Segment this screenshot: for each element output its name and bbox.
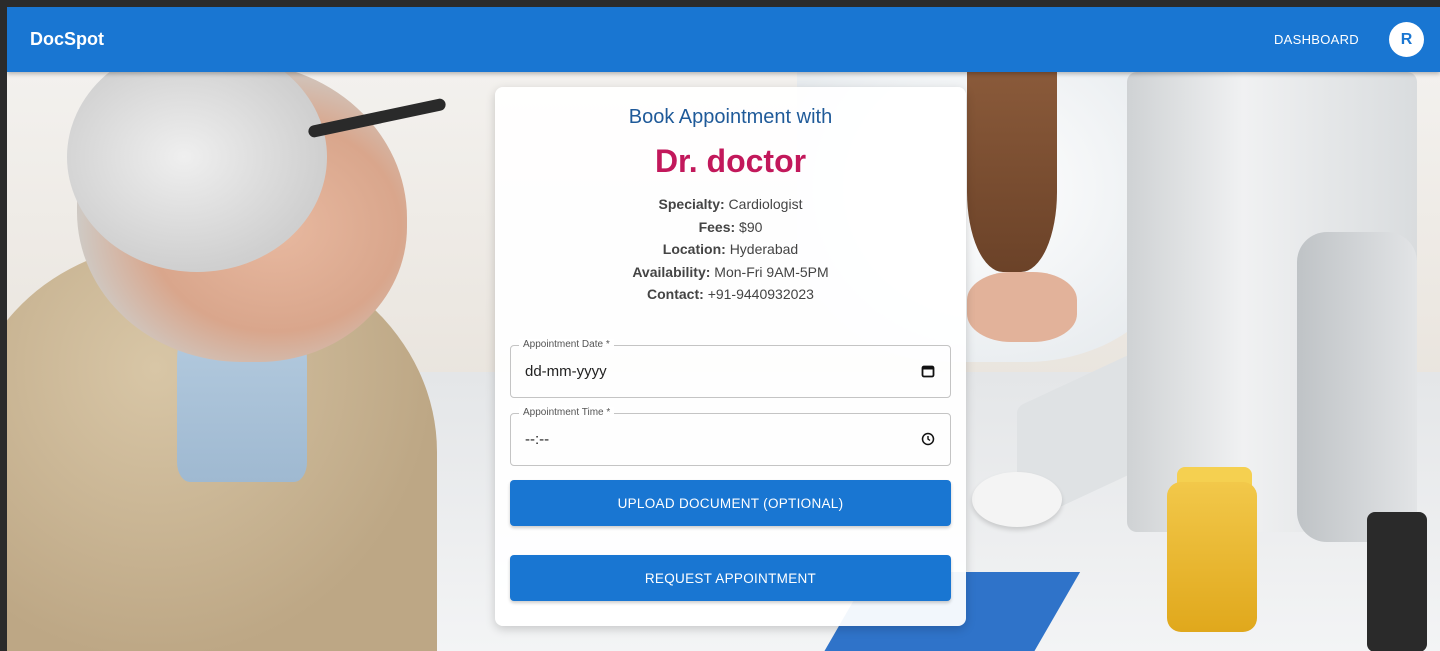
upload-document-button[interactable]: UPLOAD DOCUMENT (OPTIONAL) [510, 480, 951, 526]
calendar-icon[interactable] [920, 363, 936, 379]
bg-mouse [972, 472, 1062, 527]
detail-location: Location: Hyderabad [662, 241, 799, 257]
detail-contact: Contact: +91-9440932023 [647, 286, 814, 302]
appointment-time-value[interactable]: --:-- [525, 431, 549, 448]
appointment-date-label: Appointment Date * [519, 339, 614, 350]
bg-pill-bottle [1167, 482, 1257, 632]
nav-right: DASHBOARD R [1266, 22, 1424, 57]
bg-monitor-stand [1297, 232, 1417, 542]
doctor-name: Dr. doctor [654, 143, 807, 179]
appointment-date-value[interactable]: dd-mm-yyyy [525, 363, 607, 380]
detail-specialty: Specialty: Cardiologist [658, 196, 803, 212]
brand-logo[interactable]: DocSpot [30, 29, 104, 50]
dashboard-button[interactable]: DASHBOARD [1266, 26, 1367, 53]
appointment-time-label: Appointment Time * [519, 407, 615, 418]
bg-doctor-hand [967, 272, 1077, 342]
appointment-date-field[interactable]: Appointment Date * dd-mm-yyyy [510, 339, 951, 398]
booking-heading: Book Appointment with [628, 106, 833, 128]
clock-icon[interactable] [920, 431, 936, 447]
detail-availability: Availability: Mon-Fri 9AM-5PM [632, 263, 829, 280]
doctor-details: Specialty: Cardiologist Fees: $90 Locati… [495, 193, 966, 306]
bg-doctor-hair [967, 72, 1057, 272]
bg-pen-holder [1367, 512, 1427, 651]
booking-card: Book Appointment with Dr. doctor Special… [495, 87, 966, 626]
user-avatar[interactable]: R [1389, 22, 1424, 57]
request-appointment-button[interactable]: REQUEST APPOINTMENT [510, 555, 951, 601]
app-frame: DocSpot DASHBOARD R Book Appointment wit… [7, 7, 1440, 651]
detail-fees: Fees: $90 [698, 218, 763, 235]
appointment-time-field[interactable]: Appointment Time * --:-- [510, 407, 951, 466]
app-bar: DocSpot DASHBOARD R [7, 7, 1440, 72]
